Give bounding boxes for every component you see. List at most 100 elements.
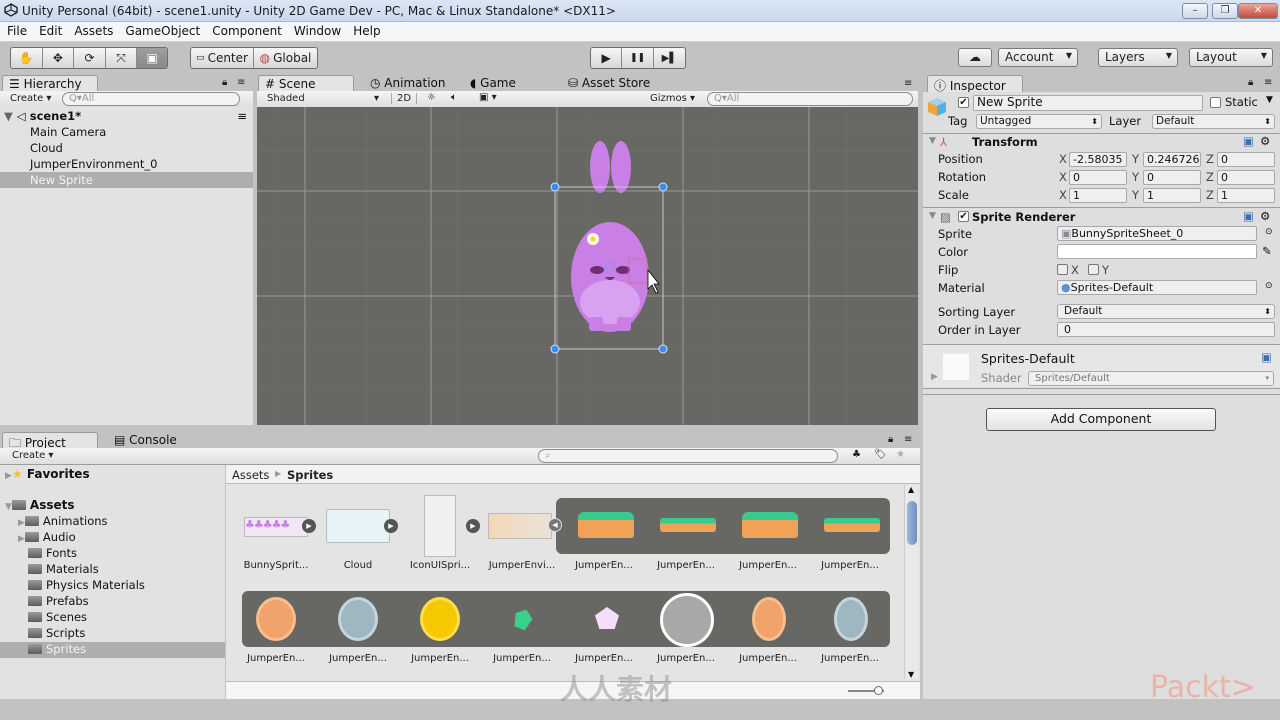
folder-sprites[interactable]: Sprites (0, 642, 225, 658)
rect-tool-button[interactable]: ▣ (137, 48, 167, 68)
gold-coin-thumbnail[interactable] (420, 597, 460, 641)
lock-icon[interactable]: 🔒︎ (888, 434, 893, 445)
scale-z-input[interactable]: 1 (1217, 188, 1275, 203)
hierarchy-item-jumper-environment[interactable]: JumperEnvironment_0 (0, 156, 253, 172)
folder-prefabs[interactable]: Prefabs (28, 594, 89, 610)
close-button[interactable]: ✕ (1238, 3, 1278, 19)
expand-sprite-icon[interactable]: ▶ (466, 519, 480, 533)
grey-circle-thumbnail[interactable] (660, 593, 714, 647)
scrollbar-thumb[interactable] (907, 501, 917, 545)
asset-label[interactable]: IconUISpri... (400, 560, 480, 571)
jumper-environment-thumbnail[interactable] (488, 513, 552, 539)
layers-dropdown[interactable]: Layers ▼ (1098, 48, 1178, 67)
breadcrumb-assets[interactable]: Assets (232, 468, 269, 482)
filter-by-type-icon[interactable]: ♣ (852, 449, 861, 460)
expand-triangle-icon[interactable]: ▶ (18, 534, 25, 544)
effects-toggle-icon[interactable]: ▣ ▾ (479, 92, 497, 103)
asset-label[interactable]: JumperEn... (810, 560, 890, 571)
lock-icon[interactable]: 🔒︎ (222, 77, 227, 88)
asset-label[interactable]: JumperEn... (482, 653, 562, 664)
lock-icon[interactable]: 🔒︎ (1248, 77, 1253, 88)
menu-edit[interactable]: Edit (32, 22, 67, 38)
folder-scripts[interactable]: Scripts (28, 626, 85, 642)
tab-animation[interactable]: ◷ Animation (364, 75, 464, 92)
move-tool-button[interactable]: ✥ (43, 48, 75, 68)
favorites-item[interactable]: ▶★ Favorites (5, 467, 90, 483)
asset-label[interactable]: Cloud (318, 560, 398, 571)
material-field[interactable]: ●Sprites-Default (1057, 280, 1257, 295)
favorites-star-icon[interactable]: ★ (896, 449, 905, 460)
tab-asset-store[interactable]: ⛁ Asset Store (562, 75, 672, 92)
asset-label[interactable]: JumperEnvi... (482, 560, 562, 571)
rotate-tool-button[interactable]: ⟳ (74, 48, 106, 68)
play-button[interactable]: ▶ (591, 48, 623, 68)
assets-root-item[interactable]: ▼ Assets (5, 498, 75, 514)
asset-label[interactable]: JumperEn... (318, 653, 398, 664)
cloud-button[interactable]: ☁ (958, 48, 992, 67)
scene-search-input[interactable]: Q▾All (707, 92, 913, 106)
cloud-thumbnail[interactable] (326, 509, 390, 543)
asset-label[interactable]: JumperEn... (236, 653, 316, 664)
asset-label[interactable]: JumperEn... (728, 653, 808, 664)
collapse-triangle-icon[interactable]: ▼ (929, 211, 936, 221)
breadcrumb-sprites[interactable]: Sprites (287, 468, 333, 482)
tab-hierarchy[interactable]: ☰ Hierarchy (2, 75, 98, 92)
menu-window[interactable]: Window (287, 22, 346, 38)
folder-audio[interactable]: ▶ Audio (18, 530, 76, 546)
help-book-icon[interactable]: ▣ (1243, 134, 1254, 148)
folder-physics-materials[interactable]: Physics Materials (28, 578, 145, 594)
folder-animations[interactable]: ▶ Animations (18, 514, 108, 530)
asset-label[interactable]: JumperEn... (564, 653, 644, 664)
help-book-icon[interactable]: ▣ (1243, 209, 1254, 223)
asset-grid-scrollbar[interactable]: ▲ ▼ (904, 485, 918, 679)
audio-toggle-icon[interactable]: 🔈︎ (451, 92, 457, 103)
panel-menu-icon[interactable]: ≡ (237, 77, 245, 88)
bunny-sprite[interactable] (571, 141, 649, 332)
collapse-sprite-icon[interactable]: ◀ (548, 518, 562, 532)
scene-menu-icon[interactable]: ≡ (237, 109, 247, 123)
layer-dropdown[interactable]: Default ⬍ (1152, 114, 1275, 129)
ground-sprite-thumbnail[interactable] (578, 512, 634, 538)
folder-scenes[interactable]: Scenes (28, 610, 87, 626)
hierarchy-search-input[interactable]: Q▾All (62, 92, 240, 106)
eyedropper-icon[interactable]: ✎ (1262, 244, 1272, 258)
tab-inspector[interactable]: ⓘ Inspector (927, 75, 1023, 93)
object-picker-icon[interactable]: ⊙ (1265, 281, 1273, 291)
help-book-icon[interactable]: ▣ (1261, 350, 1272, 364)
folder-fonts[interactable]: Fonts (28, 546, 77, 562)
position-y-input[interactable]: 0.246726 (1143, 152, 1201, 167)
sprite-renderer-enabled-checkbox[interactable]: ✔ (958, 211, 969, 222)
project-search-input[interactable]: ⌕ (538, 449, 838, 463)
step-button[interactable]: ▶▌ (654, 48, 685, 68)
pause-button[interactable]: ❚❚ (622, 48, 654, 68)
tab-game[interactable]: ◖ Game (464, 75, 544, 92)
green-gem-thumbnail[interactable] (511, 607, 535, 632)
minimize-button[interactable]: – (1182, 3, 1208, 19)
asset-label[interactable]: JumperEn... (646, 560, 726, 571)
asset-label[interactable]: BunnySprit... (236, 560, 316, 571)
static-dropdown-icon[interactable]: ▼ (1266, 95, 1273, 105)
position-x-input[interactable]: -2.58035 (1069, 152, 1127, 167)
sorting-layer-dropdown[interactable]: Default ⬍ (1057, 304, 1275, 319)
project-create-button[interactable]: Create ▾ (12, 450, 53, 461)
asset-label[interactable]: JumperEn... (728, 560, 808, 571)
menu-help[interactable]: Help (346, 22, 385, 38)
shader-dropdown[interactable]: Sprites/Default ▾ (1028, 371, 1274, 386)
slider-handle[interactable] (874, 686, 883, 695)
expand-sprite-icon[interactable]: ▶ (302, 519, 316, 533)
ground-sprite-thumbnail[interactable] (660, 518, 716, 532)
order-in-layer-input[interactable]: 0 (1057, 322, 1275, 337)
object-picker-icon[interactable]: ⊙ (1265, 227, 1273, 237)
tab-scene[interactable]: # Scene (258, 75, 354, 92)
color-field[interactable] (1057, 244, 1257, 259)
restore-button[interactable]: ❐ (1212, 3, 1238, 19)
hierarchy-item-main-camera[interactable]: Main Camera (0, 124, 253, 140)
asset-label[interactable]: JumperEn... (564, 560, 644, 571)
account-dropdown[interactable]: Account ▼ (998, 48, 1078, 67)
scroll-up-icon[interactable]: ▲ (908, 485, 914, 494)
shading-mode-dropdown[interactable]: Shaded ▾ (267, 93, 379, 104)
panel-menu-icon[interactable]: ≡ (1264, 77, 1272, 88)
panel-menu-icon[interactable]: ≡ (904, 78, 912, 89)
pink-gem-thumbnail[interactable] (595, 607, 619, 629)
menu-component[interactable]: Component (205, 22, 287, 38)
